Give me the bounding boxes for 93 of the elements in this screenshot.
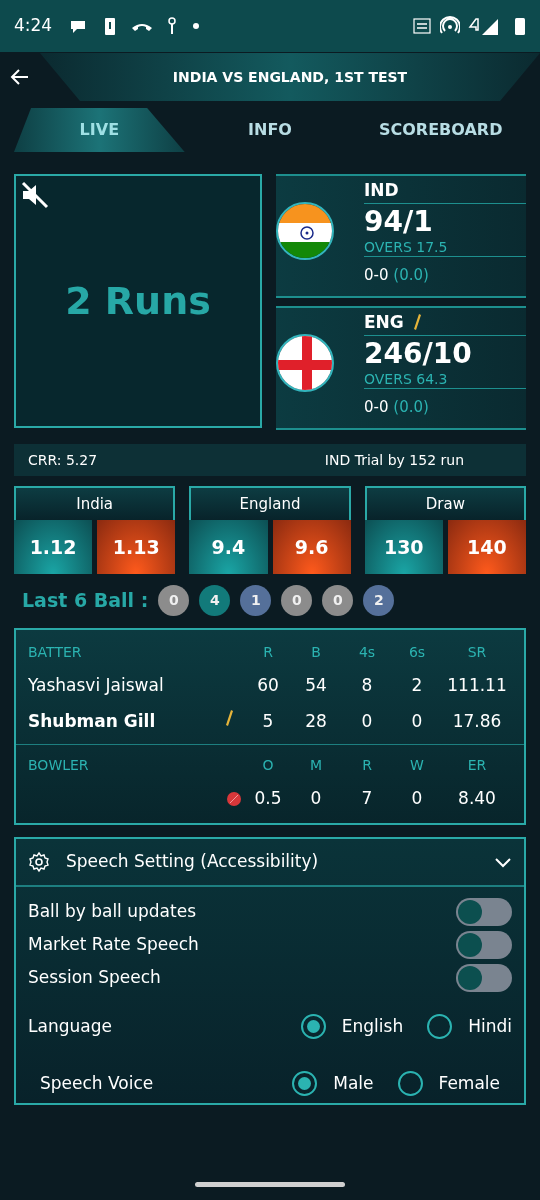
column-header: BATTER	[28, 642, 83, 662]
column-header: SR	[466, 642, 488, 662]
ball-result: 2	[363, 584, 395, 616]
stat-value: 0	[410, 787, 424, 811]
market-name: India	[14, 486, 176, 520]
column-header: B	[310, 642, 322, 662]
last-ball-result: 2 Runs	[65, 277, 211, 325]
stat-value: 28	[304, 710, 328, 734]
column-header: W	[409, 755, 425, 775]
stat-value: 54	[304, 674, 328, 698]
session-score: 0-0	[364, 398, 389, 416]
player-name: Yashasvi Jaiswal	[28, 674, 165, 698]
battery-icon	[514, 16, 526, 36]
radio-button[interactable]	[300, 1014, 326, 1039]
toggle-switch[interactable]	[456, 930, 512, 959]
toggle-switch[interactable]	[456, 897, 512, 926]
stat-value: 8	[360, 674, 374, 698]
radio-button[interactable]	[427, 1014, 453, 1039]
pin-icon	[168, 16, 177, 36]
setting-label: Session Speech	[28, 965, 161, 989]
settings-icon	[28, 851, 50, 873]
market-name: England	[189, 486, 351, 520]
volte-icon	[412, 16, 432, 36]
radio-label: Female	[438, 1071, 500, 1095]
setting-label: Ball by ball updates	[28, 899, 196, 923]
ball-result: 4	[199, 584, 231, 616]
ball-result: 0	[158, 584, 190, 616]
stat-value: 7	[360, 787, 374, 811]
ball-result: 1	[240, 584, 272, 616]
crr-text: CRR: 5.27	[28, 450, 98, 470]
ball-result: 0	[322, 584, 354, 616]
toggle-switch[interactable]	[456, 963, 512, 992]
setting-label: Language	[28, 1014, 112, 1038]
column-header: M	[308, 755, 324, 775]
hotspot-icon	[440, 16, 460, 36]
column-header: O	[261, 755, 275, 775]
team-score: 246/10	[364, 336, 473, 370]
last-balls-label: Last 6 Ball :	[22, 587, 149, 613]
stat-value: 0.5	[253, 787, 283, 811]
lay-odds-button[interactable]: 1.13	[97, 520, 176, 574]
settings-title: Speech Setting (Accessibility)	[66, 850, 319, 874]
phone-icon	[132, 21, 153, 31]
overs-text: OVERS 64.3	[364, 370, 449, 388]
session-rate: (0.0)	[393, 398, 429, 416]
tab[interactable]: LIVE	[14, 108, 185, 152]
session-rate: (0.0)	[393, 266, 429, 284]
match-status: IND Trial by 152 run	[324, 450, 464, 470]
flag-icon	[276, 202, 334, 260]
stat-value: 2	[410, 674, 424, 698]
column-header: R	[361, 755, 373, 775]
player-name: Shubman Gill	[28, 710, 157, 734]
stat-value: 0	[309, 787, 323, 811]
setting-label: Market Rate Speech	[28, 932, 199, 956]
column-header: 6s	[407, 642, 427, 662]
notification-dot-icon	[192, 22, 201, 30]
setting-label: Speech Voice	[40, 1071, 154, 1095]
bat-icon	[226, 710, 234, 727]
tab[interactable]: INFO	[184, 108, 356, 152]
stat-value: 111.11	[446, 674, 508, 698]
stat-value: 5	[261, 710, 275, 734]
lay-odds-button[interactable]: 140	[447, 520, 526, 574]
stat-value: 0	[360, 710, 374, 734]
team-code: ENG	[364, 310, 404, 334]
collapse-button[interactable]	[494, 856, 512, 868]
status-time: 4:24	[14, 14, 53, 38]
ball-result: 0	[281, 584, 313, 616]
stat-value: 8.40	[457, 787, 497, 811]
radio-label: Hindi	[468, 1014, 512, 1038]
flag-icon	[276, 334, 334, 392]
stat-value: 0	[410, 710, 424, 734]
back-odds-button[interactable]: 1.12	[14, 520, 93, 574]
battery-alert-icon	[104, 16, 117, 36]
session-score: 0-0	[364, 266, 389, 284]
tab[interactable]: SCOREBOARD	[355, 108, 526, 152]
column-header: R	[262, 642, 274, 662]
market-name: Draw	[364, 486, 526, 520]
stat-value: 60	[256, 674, 280, 698]
column-header: ER	[466, 755, 488, 775]
team-score: 94/1	[364, 204, 434, 238]
radio-button[interactable]	[397, 1071, 423, 1096]
match-title: INDIA VS ENGLAND, 1ST TEST	[40, 53, 540, 101]
column-header: BOWLER	[28, 755, 90, 775]
radio-button[interactable]	[292, 1071, 318, 1096]
column-header: 4s	[357, 642, 377, 662]
back-odds-button[interactable]: 9.4	[189, 520, 268, 574]
team-code: IND	[364, 178, 399, 202]
stat-value: 17.86	[451, 710, 503, 734]
radio-label: Male	[333, 1071, 374, 1095]
back-arrow-icon	[10, 67, 30, 87]
overs-text: OVERS 17.5	[364, 238, 449, 256]
back-odds-button[interactable]: 130	[364, 520, 443, 574]
lay-odds-button[interactable]: 9.6	[272, 520, 351, 574]
radio-label: English	[341, 1014, 404, 1038]
